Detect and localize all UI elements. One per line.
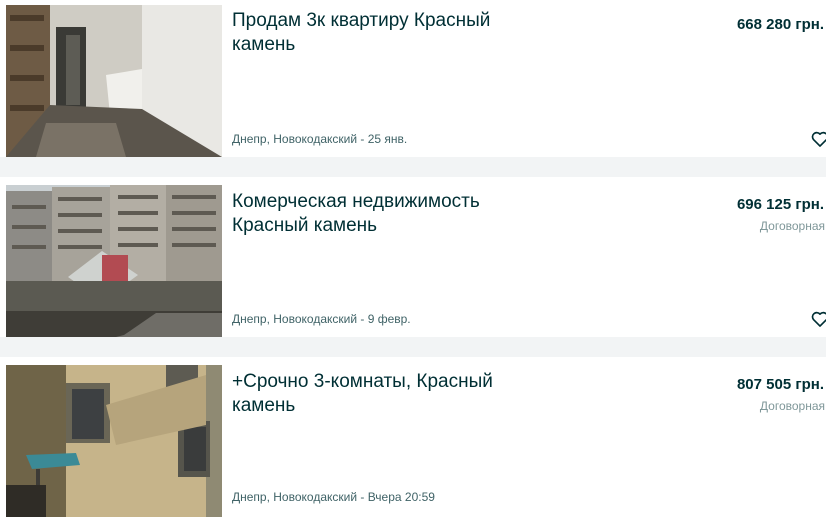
listing-location-date: Днепр, Новокодакский - 25 янв. xyxy=(232,132,408,146)
listing-card[interactable]: Продам 3к квартиру Красный камень 668 28… xyxy=(0,0,826,157)
listing-price: 807 505 грн. xyxy=(736,376,824,393)
listing-photo[interactable] xyxy=(6,185,222,337)
negotiable-label: Договорная xyxy=(759,219,825,233)
listing-location-date: Днепр, Новокодакский - Вчера 20:59 xyxy=(232,490,435,504)
negotiable-label: Договорная xyxy=(759,399,825,413)
listing-price: 696 125 грн. xyxy=(736,196,824,213)
apartment-interior-image xyxy=(6,5,222,157)
listing-card[interactable]: +Срочно 3-комнаты, Красный камень 807 50… xyxy=(0,357,826,517)
listing-photo[interactable] xyxy=(6,365,222,517)
listing-price: 668 280 грн. xyxy=(736,16,824,33)
apartment-building-image xyxy=(6,185,222,337)
listing-title[interactable]: +Срочно 3-комнаты, Красный камень xyxy=(232,370,532,418)
heart-outline-icon[interactable] xyxy=(810,129,826,149)
listing-title[interactable]: Комерческая недвижимость Красный камень xyxy=(232,190,532,238)
listing-title[interactable]: Продам 3к квартиру Красный камень xyxy=(232,9,532,57)
heart-outline-icon[interactable] xyxy=(810,309,826,329)
listing-location-date: Днепр, Новокодакский - 9 февр. xyxy=(232,312,411,326)
listing-card[interactable]: Комерческая недвижимость Красный камень … xyxy=(0,177,826,337)
building-facade-image xyxy=(6,365,222,517)
listing-photo[interactable] xyxy=(6,5,222,157)
